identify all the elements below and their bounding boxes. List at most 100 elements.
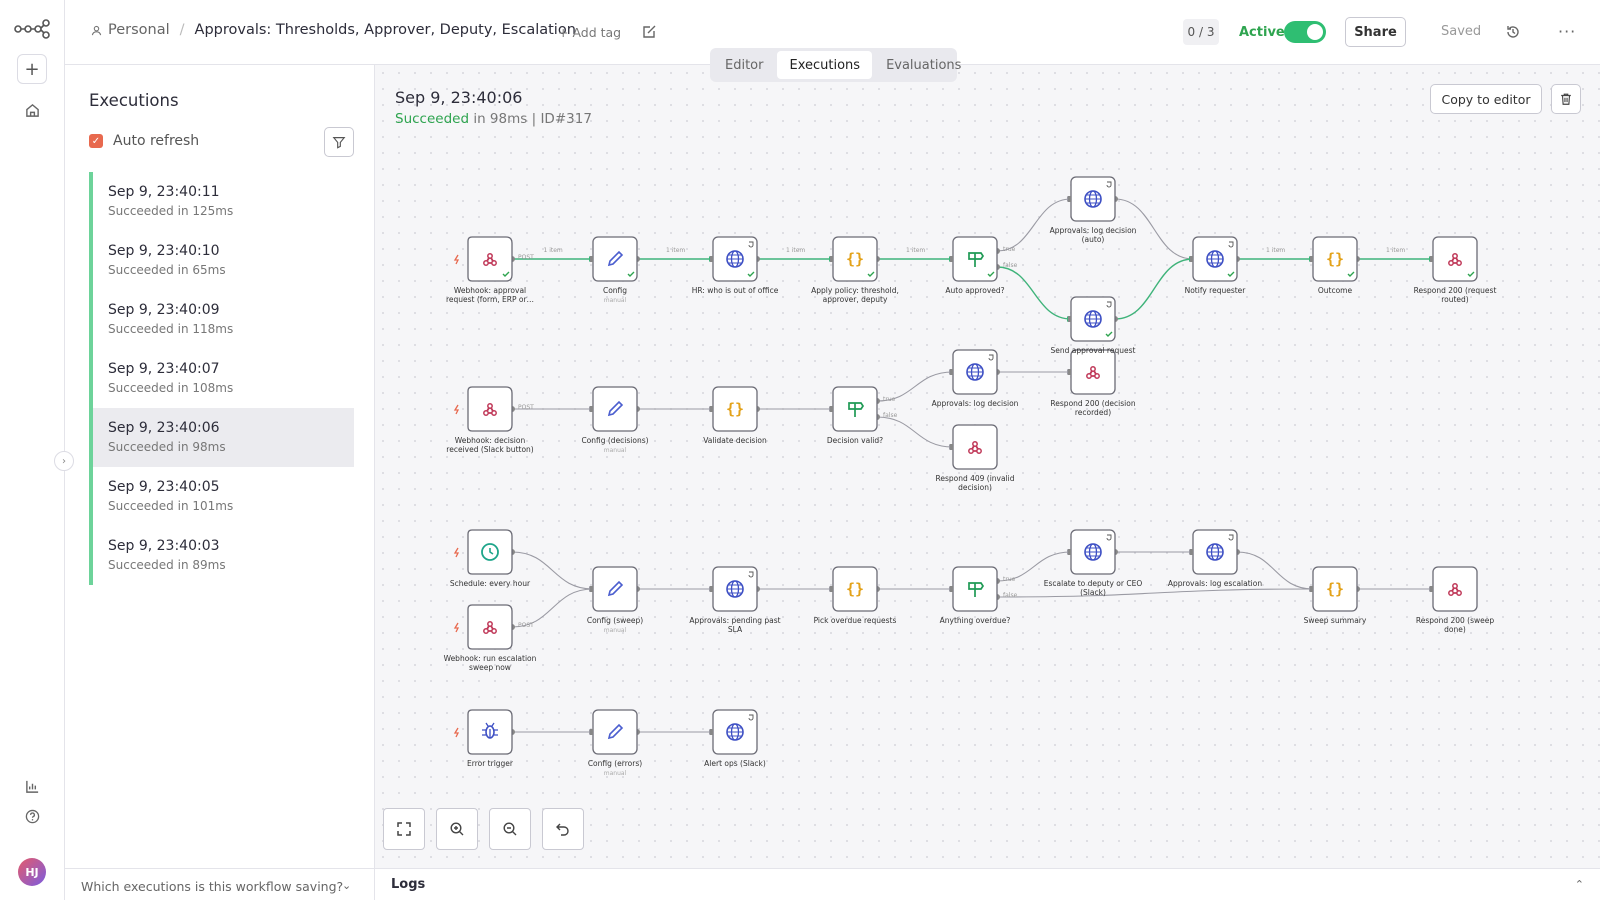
share-button[interactable]: Share [1345,17,1406,47]
saving-settings-toggle[interactable]: Which executions is this workflow saving… [65,868,375,900]
node-sublabel: manual [603,770,627,777]
workflow-node-alert[interactable] [710,709,758,755]
tab-editor[interactable]: Editor [713,51,775,79]
saving-question: Which executions is this workflow saving… [81,879,344,894]
workflow-node-esc[interactable] [1068,529,1116,575]
execution-item[interactable]: Sep 9, 23:40:07 Succeeded in 108ms [89,349,354,408]
active-toggle[interactable] [1284,21,1326,43]
workflow-node-logauto[interactable] [1068,176,1116,222]
home-icon[interactable] [22,100,42,120]
workflow-node-val[interactable]: {} [710,386,758,432]
more-icon[interactable]: ··· [1558,22,1576,41]
trigger-bolt-icon [453,727,460,738]
zoom-in-button[interactable] [436,808,478,850]
insights-icon[interactable] [22,776,42,796]
node-sublabel: manual [603,447,627,454]
copy-to-editor-button[interactable]: Copy to editor [1430,84,1542,114]
workflow-node-cfg3[interactable] [590,566,638,612]
workflow-node-sched[interactable] [453,529,513,575]
http-method-label: POST [518,254,534,261]
workflow-node-any[interactable] [950,566,998,612]
workflow-node-cfg4[interactable] [590,709,638,755]
auto-refresh-label: Auto refresh [113,133,200,149]
execution-time: Sep 9, 23:40:07 [108,361,220,377]
node-label: Error trigger [467,759,513,768]
workflow-node-pend[interactable] [710,566,758,612]
zoom-out-button[interactable] [489,808,531,850]
execution-item[interactable]: Sep 9, 23:40:10 Succeeded in 65ms [89,231,354,290]
auto-refresh-checkbox[interactable]: ✓ Auto refresh [89,133,199,149]
workflow-node-pol[interactable]: {} [830,236,878,282]
evaluation-counter: 0 / 3 [1183,19,1219,45]
workflow-node-auto[interactable] [950,236,998,282]
node-label: Notify requester [1184,286,1246,295]
help-icon[interactable] [22,806,42,826]
workflow-node-err[interactable] [453,709,513,755]
node-label: Schedule: every hour [449,579,531,588]
node-sublabel: manual [603,627,627,634]
workflow-node-r409[interactable] [950,424,998,470]
code-icon: {} [846,580,864,598]
workflow-node-r200a[interactable] [1430,236,1478,282]
execution-item[interactable]: Sep 9, 23:40:05 Succeeded in 101ms [89,467,354,526]
add-button[interactable]: + [17,54,47,84]
filter-button[interactable] [324,127,354,157]
history-icon[interactable] [1505,24,1521,40]
workflow-node-r200b[interactable] [1068,349,1116,395]
logs-panel-toggle[interactable]: Logs ⌃ [375,868,1600,900]
code-icon: {} [846,250,864,268]
workflow-node-logdec[interactable] [950,349,998,395]
tab-executions[interactable]: Executions [777,51,873,79]
expand-sidebar-button[interactable]: › [54,451,74,471]
n8n-logo-icon[interactable] [14,18,50,40]
node-label: Config (errors) [587,759,643,768]
workflow-node-wh2[interactable] [453,386,513,432]
workflow-node-r200c[interactable] [1430,566,1478,612]
workflow-node-notify[interactable] [1190,236,1238,282]
fit-view-button[interactable] [383,808,425,850]
execution-item[interactable]: Sep 9, 23:40:11 Succeeded in 125ms [89,172,354,231]
branch-true-label: true [883,396,896,403]
node-label: Config (sweep) [586,616,644,625]
workflow-node-cfg2[interactable] [590,386,638,432]
execution-status: Succeeded in 118ms [108,322,234,336]
execution-item-selected[interactable]: Sep 9, 23:40:06 Succeeded in 98ms [89,408,354,467]
add-tag-button[interactable]: + Add tag [558,25,621,40]
workflow-node-send[interactable] [1068,296,1116,342]
workflow-name[interactable]: Approvals: Thresholds, Approver, Deputy,… [195,22,576,38]
node-label: Respond 200 (sweep done) [1415,616,1495,634]
node-label: Respond 409 (invalid decision) [935,474,1015,492]
execution-time: Sep 9, 23:40:09 [108,302,220,318]
workflow-node-outcome[interactable]: {} [1310,236,1358,282]
execution-summary: Succeeded in 98ms | ID#317 [395,111,592,127]
workflow-node-wh1[interactable] [453,236,513,282]
execution-item[interactable]: Sep 9, 23:40:03 Succeeded in 89ms [89,526,354,585]
reset-zoom-button[interactable] [542,808,584,850]
view-tabs: Editor Executions Evaluations [710,48,961,82]
avatar[interactable]: HJ [18,858,46,886]
workflow-canvas[interactable]: {} {} {} {} {} 1 item 1 item 1 item 1 item 1 ite… [375,65,1600,868]
execution-item[interactable]: Sep 9, 23:40:09 Succeeded in 118ms [89,290,354,349]
summary-separator: | [531,111,537,127]
execution-status: Succeeded in 89ms [108,558,226,572]
workflow-node-cfg1[interactable] [590,236,638,282]
workflow-node-hr[interactable] [710,236,758,282]
http-method-label: POST [518,404,534,411]
execution-status: Succeeded [395,111,470,127]
workflow-node-dv[interactable] [830,386,878,432]
workflow-node-sweep[interactable]: {} [1310,566,1358,612]
edge-item-count: 1 item [1266,247,1286,254]
workflow-node-wh3[interactable] [453,604,513,650]
zoom-out-icon [503,822,517,836]
tab-evaluations[interactable]: Evaluations [874,51,973,79]
workflow-node-logesc[interactable] [1190,529,1238,575]
edit-description-icon[interactable] [641,24,657,40]
left-rail: + HJ [0,0,65,900]
chevron-up-icon: ⌃ [1574,878,1584,891]
code-icon: {} [1326,580,1344,598]
delete-execution-button[interactable] [1551,84,1581,114]
node-label: Config (decisions) [581,436,649,445]
workflow-node-pick[interactable]: {} [830,566,878,612]
svg-text:{}: {} [726,400,744,418]
project-link[interactable]: Personal [91,22,170,38]
